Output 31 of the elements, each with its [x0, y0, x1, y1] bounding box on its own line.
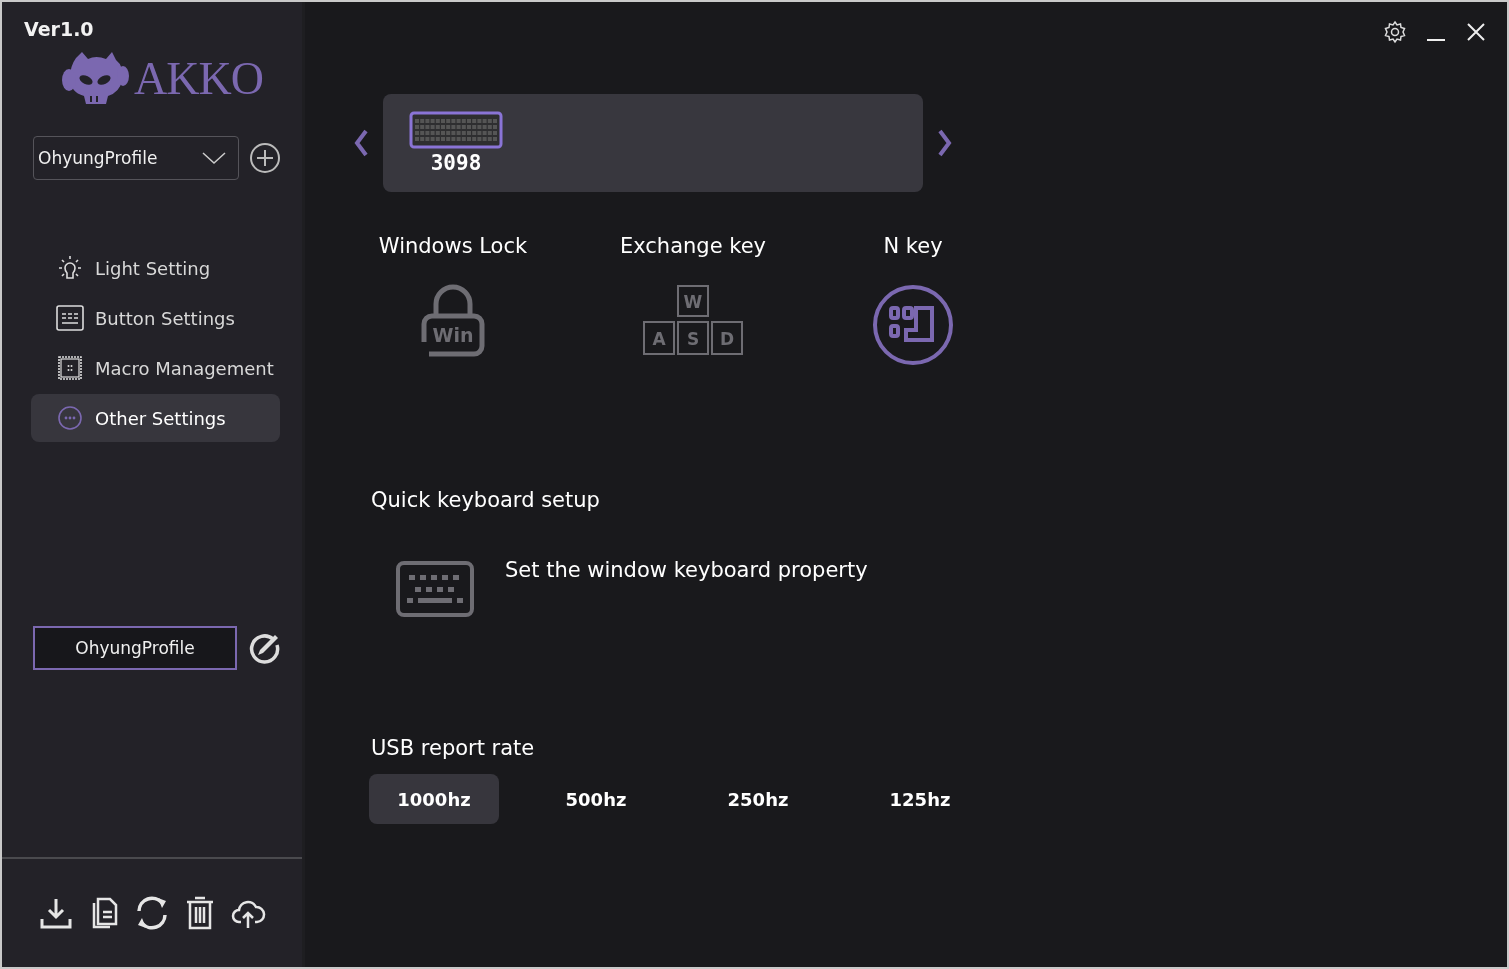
- more-options-icon: [55, 404, 85, 432]
- skull-headphones-icon: [62, 50, 130, 106]
- sidebar-item[interactable]: Other Settings: [31, 394, 280, 442]
- report-rate-option[interactable]: 1000hz: [369, 774, 499, 824]
- section-title: Quick keyboard setup: [371, 488, 601, 512]
- sidebar-item[interactable]: Button Settings: [31, 294, 280, 342]
- edit-icon[interactable]: [247, 631, 281, 665]
- feature-label: N key: [883, 234, 943, 258]
- device-tile[interactable]: 3098: [409, 111, 503, 175]
- chevron-down-icon: [202, 151, 226, 165]
- keyboard-picture-icon: [409, 111, 503, 149]
- version-label: Ver1.0: [24, 18, 95, 40]
- feature-label: Exchange key: [619, 234, 766, 258]
- section-title: USB report rate: [371, 736, 536, 760]
- sidebar-item[interactable]: Macro Management: [31, 344, 280, 392]
- keyboard-icon[interactable]: [395, 560, 475, 618]
- brand-logo-text: AKKO: [134, 51, 263, 105]
- report-rate-option[interactable]: 125hz: [855, 774, 985, 824]
- feature-label: Windows Lock: [378, 234, 528, 258]
- sidebar-item[interactable]: Light Setting: [31, 244, 280, 292]
- profile-dropdown[interactable]: OhyungProfile: [33, 136, 239, 180]
- n-key-icon[interactable]: [872, 284, 954, 366]
- add-profile-icon[interactable]: [249, 142, 281, 174]
- report-rate-option[interactable]: 500hz: [531, 774, 661, 824]
- quick-setup-description: Set the window keyboard property: [505, 558, 868, 582]
- keyboard-icon: [55, 304, 85, 332]
- profile-name-field[interactable]: OhyungProfile: [33, 626, 237, 670]
- settings-icon[interactable]: [1383, 20, 1407, 44]
- chip-icon: [55, 354, 85, 382]
- refresh-icon[interactable]: [134, 895, 170, 931]
- report-rate-option[interactable]: 250hz: [693, 774, 823, 824]
